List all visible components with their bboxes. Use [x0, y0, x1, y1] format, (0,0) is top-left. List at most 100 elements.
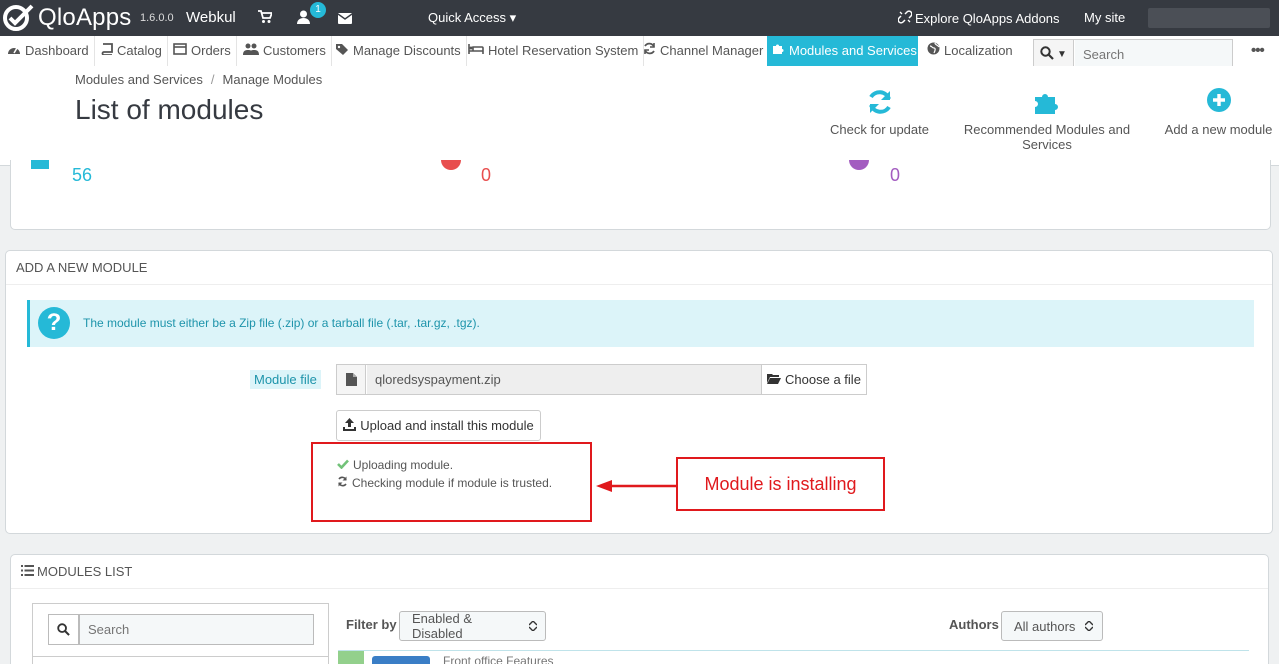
search-icon[interactable] [48, 614, 79, 645]
module-status-indicator [338, 651, 364, 664]
module-file-label: Module file [250, 370, 321, 389]
recommended-label: Recommended Modules and Services [963, 122, 1131, 152]
unlink-icon [897, 10, 913, 27]
page-title: List of modules [75, 94, 264, 125]
module-category-sidebar [32, 603, 329, 664]
main-navigation: Dashboard Catalog Orders Customers Manag… [0, 36, 1279, 69]
version-label: 1.6.0.0 [140, 12, 174, 24]
module-stats-panel: 56 0 0 [10, 160, 1271, 230]
puzzle-icon [940, 88, 1154, 116]
file-input-group: qloredsyspayment.zip Choose a file [336, 364, 867, 395]
progress-uploading-text: Uploading module. [353, 458, 454, 472]
authors-select[interactable]: All authors [1001, 611, 1103, 641]
customer-icon[interactable] [297, 10, 310, 27]
logo-text: QloApps [38, 4, 132, 31]
plus-circle-icon [1164, 88, 1273, 116]
page-header: Modules and Services / Manage Modules List… [0, 66, 1279, 166]
install-progress-box: Uploading module. Checking module if mod… [311, 442, 592, 522]
globe-icon [927, 37, 940, 65]
breadcrumb: Modules and Services / Manage Modules [75, 72, 322, 87]
progress-checking-text: Checking module if module is trusted. [352, 476, 553, 490]
panel-heading: Modules list [11, 555, 1268, 589]
nav-item-hotel-reservation[interactable]: Hotel Reservation System [463, 36, 645, 66]
module-category-label: Front office Features [443, 654, 554, 664]
divider [338, 650, 1249, 651]
nav-item-catalog[interactable]: Catalog [96, 36, 168, 66]
check-update-button[interactable]: Check for update [829, 88, 930, 137]
header-search: ▼ [1033, 39, 1233, 69]
nav-item-channel-manager[interactable]: Channel Manager [638, 36, 770, 66]
nav-item-manage-discounts[interactable]: Manage Discounts [330, 36, 467, 66]
annotation-arrow [596, 480, 678, 492]
notification-badge[interactable]: 1 [310, 2, 326, 18]
module-search-input[interactable] [79, 614, 314, 645]
header-search-input[interactable] [1075, 40, 1232, 68]
module-logo [372, 656, 430, 664]
nav-item-label: Modules and Services [789, 43, 917, 58]
nav-item-orders[interactable]: Orders [168, 36, 237, 66]
nav-item-label: Localization [944, 43, 1013, 58]
divider [33, 656, 328, 657]
my-site-link[interactable]: My site [1084, 10, 1125, 25]
top-bar: QloApps 1.6.0.0 Webkul 1 Quick Access ▾ … [0, 0, 1279, 36]
upgrade-modules-count[interactable]: 0 [890, 165, 900, 186]
search-type-dropdown[interactable]: ▼ [1034, 40, 1074, 68]
add-new-module-button[interactable]: Add a new module [1164, 88, 1273, 137]
modules-list-heading: Modules list [37, 563, 133, 579]
qloapps-logo[interactable]: QloApps [2, 3, 131, 33]
add-new-label: Add a new module [1164, 122, 1273, 137]
nav-item-localization[interactable]: Localization [922, 36, 1018, 66]
selected-file-name[interactable]: qloredsyspayment.zip [367, 365, 761, 394]
message-icon[interactable] [337, 12, 353, 27]
nav-item-label: Orders [191, 43, 231, 58]
dashboard-icon [7, 37, 21, 65]
upgrade-modules-icon [849, 160, 869, 170]
panel-heading: Add a new module [6, 251, 1272, 285]
caret-down-icon: ▾ [509, 10, 517, 25]
quick-access-label: Quick Access [428, 10, 507, 25]
users-icon [243, 37, 259, 65]
breadcrumb-current: Manage Modules [222, 72, 323, 87]
choose-file-button[interactable]: Choose a file [761, 365, 866, 394]
nav-item-dashboard[interactable]: Dashboard [2, 36, 95, 66]
file-icon [337, 365, 366, 394]
recommended-modules-button[interactable]: Recommended Modules and Services [940, 88, 1154, 152]
breadcrumb-parent[interactable]: Modules and Services [75, 72, 203, 87]
quick-access-menu[interactable]: Quick Access ▾ [428, 10, 516, 26]
filter-status-select[interactable]: Enabled & Disabled [399, 611, 546, 641]
nav-item-label: Channel Manager [660, 43, 764, 58]
select-arrows-icon [1084, 619, 1094, 634]
nav-item-customers[interactable]: Customers [238, 36, 332, 66]
filter-status-value: Enabled & Disabled [412, 611, 472, 641]
upload-install-button[interactable]: Upload and install this module [336, 410, 541, 441]
bed-icon [468, 37, 484, 65]
info-alert: ? The module must either be a Zip file (… [27, 300, 1254, 347]
progress-uploading: Uploading module. [337, 458, 453, 472]
shop-name[interactable]: Webkul [186, 9, 236, 26]
choose-file-label: Choose a file [785, 372, 861, 387]
alert-message: The module must either be a Zip file (.z… [83, 316, 480, 330]
nav-item-label: Hotel Reservation System [488, 43, 639, 58]
tag-icon [335, 37, 349, 65]
explore-addons-link[interactable]: Explore QloApps Addons [897, 10, 1060, 27]
installed-modules-count[interactable]: 56 [72, 165, 92, 186]
folder-open-icon [767, 372, 782, 387]
qloapps-logo-icon [3, 4, 34, 31]
puzzle-icon [772, 37, 785, 65]
search-icon [1040, 45, 1054, 63]
question-icon: ? [38, 307, 70, 339]
check-update-label: Check for update [829, 122, 929, 137]
progress-checking: Checking module if module is trusted. [337, 476, 552, 490]
disabled-modules-icon [441, 160, 461, 170]
annotation-callout: Module is installing [676, 457, 885, 511]
more-options-icon[interactable]: ••• [1251, 42, 1265, 59]
cart-icon[interactable] [258, 10, 274, 27]
explore-addons-label: Explore QloApps Addons [915, 11, 1060, 26]
caret-down-icon: ▼ [1057, 48, 1067, 60]
nav-item-label: Dashboard [25, 43, 89, 58]
upload-icon [343, 417, 357, 434]
employee-menu[interactable] [1148, 8, 1270, 28]
nav-item-label: Catalog [117, 43, 162, 58]
disabled-modules-count[interactable]: 0 [481, 165, 491, 186]
nav-item-modules-services[interactable]: Modules and Services [767, 36, 918, 66]
